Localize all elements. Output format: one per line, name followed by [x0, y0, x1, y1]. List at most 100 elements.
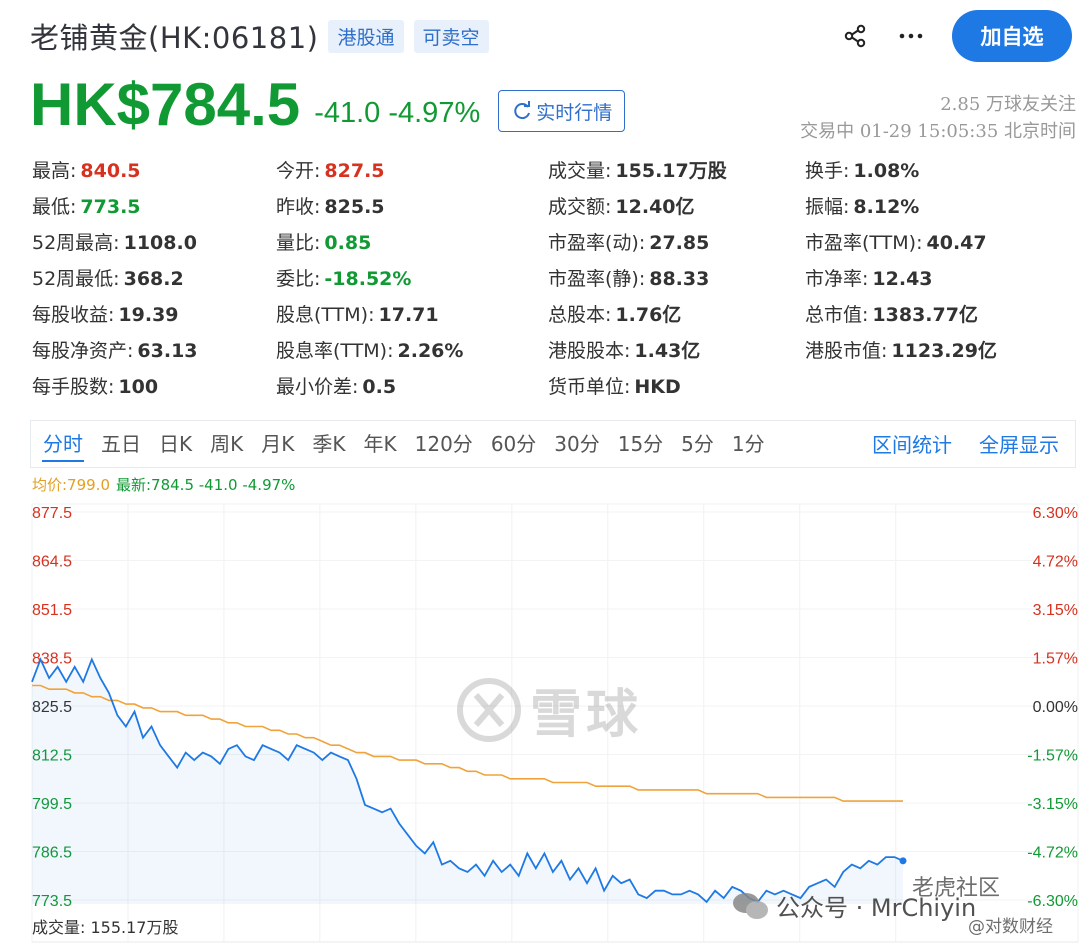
- stat-label: 52周最高:: [32, 232, 120, 254]
- stat-item: 货币单位: HKD: [548, 372, 681, 399]
- stat-value: 88.33: [649, 268, 710, 290]
- stat-item: 委比: -18.52%: [276, 264, 411, 291]
- stat-value: 12.43: [872, 268, 933, 290]
- tab-1min[interactable]: 1分: [731, 420, 766, 468]
- realtime-quote-button[interactable]: 实时行情: [498, 90, 626, 132]
- stat-value: 2.26%: [397, 340, 464, 362]
- stat-value: -18.52%: [324, 268, 412, 290]
- stat-value: HKD: [634, 376, 681, 398]
- stat-value: 100: [118, 376, 159, 398]
- stat-label: 股息(TTM):: [276, 304, 375, 326]
- stat-value: 1.08%: [853, 160, 920, 182]
- tab-30min[interactable]: 30分: [553, 420, 600, 468]
- y-tick-label-right: 1.57%: [1033, 651, 1078, 668]
- stat-label: 最小价差:: [276, 376, 359, 398]
- stat-label: 最高:: [32, 160, 77, 182]
- stat-value: 773.5: [80, 196, 141, 218]
- stat-item: 股息率(TTM): 2.26%: [276, 336, 463, 363]
- stat-label: 昨收:: [276, 196, 321, 218]
- stat-value: 1.76亿: [615, 304, 682, 326]
- fullscreen-button[interactable]: 全屏显示: [978, 421, 1060, 469]
- tab-15min[interactable]: 15分: [617, 420, 664, 468]
- chart-legend: 均价:799.0 最新:784.5 -41.0 -4.97%: [32, 474, 295, 495]
- realtime-quote-label: 实时行情: [536, 101, 613, 124]
- stat-item: 最小价差: 0.5: [276, 372, 396, 399]
- stat-label: 货币单位:: [548, 376, 631, 398]
- stat-item: 港股股本: 1.43亿: [548, 336, 700, 363]
- stat-item: 市盈率(TTM): 40.47: [805, 228, 987, 255]
- y-tick-label-right: 0.00%: [1033, 699, 1078, 716]
- y-tick-label-right: -4.72%: [1027, 845, 1078, 862]
- stat-item: 52周最高: 1108.0: [32, 228, 197, 255]
- price-row: HK$784.5 -41.0 -4.97% 实时行情: [30, 68, 626, 138]
- stat-item: 市净率: 12.43: [805, 264, 933, 291]
- tab-yearly-k[interactable]: 年K: [363, 420, 398, 468]
- stat-label: 委比:: [276, 268, 321, 290]
- stat-label: 量比:: [276, 232, 321, 254]
- stat-value: 825.5: [324, 196, 385, 218]
- stat-label: 市盈率(静):: [548, 268, 646, 290]
- stats-row: 每手股数: 100 最小价差: 0.5 货币单位: HKD: [32, 368, 1072, 404]
- stat-label: 市盈率(TTM):: [805, 232, 923, 254]
- tag-hk-connect[interactable]: 港股通: [328, 19, 404, 53]
- stat-value: 1383.77亿: [872, 304, 978, 326]
- last-price-dot: [899, 857, 907, 865]
- stats-row: 52周最低: 368.2 委比: -18.52% 市盈率(静): 88.33 市净率: 12.…: [32, 260, 1072, 296]
- stat-value: 840.5: [80, 160, 141, 182]
- stat-item: 成交量: 155.17万股: [548, 156, 727, 183]
- stat-item: 每股净资产: 63.13: [32, 336, 198, 363]
- stat-item: 港股市值: 1123.29亿: [805, 336, 997, 363]
- stat-item: 52周最低: 368.2: [32, 264, 184, 291]
- range-stats-button[interactable]: 区间统计: [871, 421, 953, 469]
- stat-value: 0.5: [362, 376, 397, 398]
- stat-label: 股息率(TTM):: [276, 340, 394, 362]
- price-change: -41.0 -4.97%: [314, 97, 481, 129]
- refresh-icon: [514, 101, 531, 120]
- volume-label: 成交量: 155.17万股: [32, 918, 179, 937]
- stat-item: 今开: 827.5: [276, 156, 385, 183]
- current-price: HK$784.5: [30, 71, 301, 138]
- more-icon[interactable]: [896, 21, 926, 51]
- stat-item: 股息(TTM): 17.71: [276, 300, 439, 327]
- stat-item: 市盈率(静): 88.33: [548, 264, 709, 291]
- stat-item: 换手: 1.08%: [805, 156, 919, 183]
- stat-label: 每股净资产:: [32, 340, 134, 362]
- stat-label: 振幅:: [805, 196, 850, 218]
- watermark-text: 雪球: [530, 685, 643, 745]
- stat-label: 换手:: [805, 160, 850, 182]
- stats-row: 52周最高: 1108.0 量比: 0.85 市盈率(动): 27.85 市盈率(TTM):…: [32, 224, 1072, 260]
- stat-value: 40.47: [926, 232, 987, 254]
- tab-quarterly-k[interactable]: 季K: [311, 420, 346, 468]
- tab-5min[interactable]: 5分: [680, 420, 715, 468]
- tab-60min[interactable]: 60分: [490, 420, 537, 468]
- stat-label: 总股本:: [548, 304, 612, 326]
- tab-monthly-k[interactable]: 月K: [260, 420, 295, 468]
- chart-tabs: 分时 五日 日K 周K 月K 季K 年K 120分 60分 30分 15分 5分…: [30, 420, 1076, 468]
- stat-value: 8.12%: [853, 196, 920, 218]
- tab-120min[interactable]: 120分: [414, 420, 474, 468]
- stat-label: 今开:: [276, 160, 321, 182]
- stat-label: 成交额:: [548, 196, 612, 218]
- stat-item: 总股本: 1.76亿: [548, 300, 681, 327]
- tab-5day[interactable]: 五日: [100, 420, 142, 468]
- legend-last-price: 最新:784.5 -41.0 -4.97%: [116, 476, 296, 494]
- add-watchlist-button[interactable]: 加自选: [952, 10, 1072, 62]
- stat-item: 总市值: 1383.77亿: [805, 300, 978, 327]
- stats-row: 最高: 840.5 今开: 827.5 成交量: 155.17万股 换手: 1.08%: [32, 152, 1072, 188]
- stat-label: 港股股本:: [548, 340, 631, 362]
- stats-row: 每股净资产: 63.13 股息率(TTM): 2.26% 港股股本: 1.43亿 港股市值:…: [32, 332, 1072, 368]
- share-icon[interactable]: [840, 21, 870, 51]
- stat-label: 成交量:: [548, 160, 612, 182]
- y-tick-label-right: -3.15%: [1027, 796, 1078, 813]
- tag-short-sell[interactable]: 可卖空: [413, 19, 489, 53]
- tab-intraday[interactable]: 分时: [42, 420, 84, 468]
- tab-weekly-k[interactable]: 周K: [209, 420, 244, 468]
- y-tick-label-right: -6.30%: [1027, 893, 1078, 910]
- stat-value: 12.40亿: [615, 196, 695, 218]
- y-tick-label-right: 3.15%: [1033, 602, 1078, 619]
- y-tick-label-right: 4.72%: [1033, 554, 1078, 571]
- stat-label: 每股收益:: [32, 304, 115, 326]
- stat-item: 最高: 840.5: [32, 156, 141, 183]
- tab-daily-k[interactable]: 日K: [158, 420, 193, 468]
- stat-label: 市盈率(动):: [548, 232, 646, 254]
